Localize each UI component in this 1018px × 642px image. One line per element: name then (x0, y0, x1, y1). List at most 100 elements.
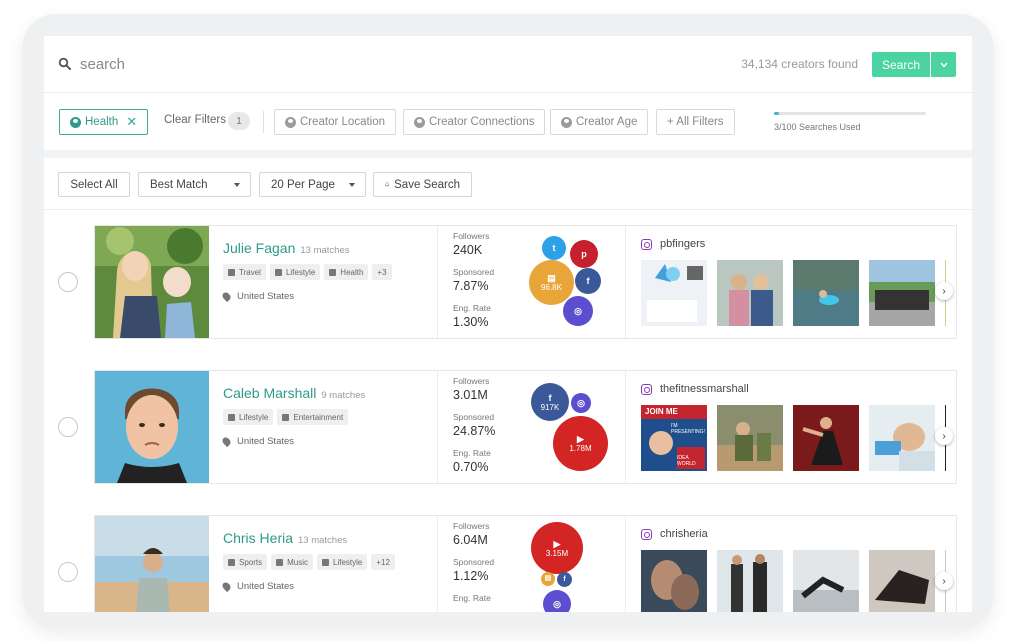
creator-connections-filter[interactable]: Creator Connections (403, 109, 546, 135)
user-icon (285, 116, 296, 128)
post-thumbnail[interactable] (717, 405, 783, 471)
lifestyle-icon (274, 268, 282, 276)
search-bar: 34,134 creators found Search (44, 36, 972, 93)
post-thumbnail[interactable]: JOIN ME I'M PRESENTING! IDEA WORLD (641, 405, 707, 471)
divider (263, 111, 264, 133)
lifestyle-icon (322, 558, 330, 566)
all-filters-button[interactable]: + All Filters (656, 109, 735, 135)
tag-lifestyle: Lifestyle (223, 409, 274, 425)
tag-more[interactable]: +12 (371, 554, 395, 570)
post-overlay-text: JOIN ME (645, 407, 678, 416)
instagram-bubble[interactable]: ◎ (571, 393, 591, 413)
user-icon (561, 116, 572, 128)
tag-label: Health (340, 267, 364, 277)
location-text: United States (237, 291, 295, 302)
creator-search-panel: 34,134 creators found Search Health ✕ Cl… (44, 36, 972, 612)
instagram-handle-text: thefitnessmarshall (660, 383, 749, 395)
post-thumbnail[interactable] (793, 260, 859, 326)
facebook-icon: f (563, 575, 566, 583)
post-thumbnail[interactable] (869, 550, 935, 612)
tag-more[interactable]: +3 (372, 264, 392, 280)
post-thumbnail[interactable] (869, 260, 935, 326)
creator-name-text: Julie Fagan (223, 240, 296, 256)
filter-count-badge: 1 (228, 112, 250, 130)
per-page-dropdown[interactable]: 20 Per Page (259, 172, 366, 197)
creator-name[interactable]: Caleb Marshall 9 matches (223, 385, 365, 401)
results-toolbar: Select All Best Match 20 Per Page Save S… (44, 158, 972, 210)
post-thumbnail[interactable] (717, 550, 783, 612)
category-tags: Travel Lifestyle Health +3 (223, 264, 392, 280)
match-count: 9 matches (321, 390, 366, 401)
followers-label: Followers (453, 231, 490, 241)
instagram-icon (641, 383, 652, 395)
youtube-bubble[interactable]: ▶ 1.78M (553, 416, 608, 471)
post-thumbnail[interactable] (641, 550, 707, 612)
blog-bubble[interactable]: ▤ 96.8K (529, 260, 574, 305)
creator-name[interactable]: Julie Fagan 13 matches (223, 240, 350, 256)
post-thumbnail[interactable] (717, 260, 783, 326)
tag-health: Health (324, 264, 369, 280)
instagram-bubble[interactable]: ◎ (563, 296, 593, 326)
post-thumbnail[interactable] (793, 550, 859, 612)
creator-photo[interactable] (95, 371, 209, 483)
creator-row: Julie Fagan 13 matches Travel Lifestyle H… (44, 225, 972, 339)
save-search-button[interactable]: Save Search (373, 172, 472, 197)
instagram-handle[interactable]: pbfingers (641, 238, 705, 250)
chevron-right-icon[interactable]: › (935, 572, 953, 590)
followers-value: 240K (453, 243, 483, 257)
filter-label: Creator Connections (429, 116, 535, 128)
sort-dropdown[interactable]: Best Match (138, 172, 251, 197)
search-options-dropdown[interactable] (931, 52, 956, 77)
clear-filters-link[interactable]: Clear Filters (164, 114, 226, 126)
facebook-bubble[interactable]: f (557, 572, 572, 587)
select-creator-radio[interactable] (58, 417, 78, 437)
twitter-bubble[interactable]: t (542, 236, 566, 260)
close-icon[interactable]: ✕ (126, 114, 137, 130)
filter-chip-health[interactable]: Health ✕ (59, 109, 149, 135)
eng-rate-label: Eng. Rate (453, 593, 491, 603)
post-overlay-text: IDEA WORLD (677, 455, 696, 467)
youtube-icon: ▶ (577, 434, 584, 444)
twitter-icon: t (552, 243, 556, 253)
post-thumbnail[interactable] (793, 405, 859, 471)
blog-bubble[interactable]: ▤ (541, 572, 555, 586)
select-creator-radio[interactable] (58, 272, 78, 292)
creator-age-filter[interactable]: Creator Age (550, 109, 649, 135)
divider (625, 516, 626, 612)
post-thumbnail[interactable] (869, 405, 935, 471)
creator-card: Julie Fagan 13 matches Travel Lifestyle H… (94, 225, 957, 339)
instagram-bubble[interactable]: ◎ (543, 590, 571, 612)
facebook-bubble[interactable]: f 917K (531, 383, 569, 421)
creator-location: United States (220, 580, 294, 593)
post-thumbnail[interactable] (641, 260, 707, 326)
chevron-right-icon[interactable]: › (935, 282, 953, 300)
location-pin-icon (220, 290, 233, 303)
search-button[interactable]: Search (872, 52, 930, 77)
select-all-button[interactable]: Select All (58, 172, 130, 197)
health-icon (329, 268, 337, 276)
creator-photo[interactable] (95, 226, 209, 338)
creator-photo[interactable] (95, 516, 209, 612)
instagram-handle[interactable]: thefitnessmarshall (641, 383, 749, 395)
youtube-bubble[interactable]: ▶ 3.15M (531, 522, 583, 574)
filter-label: Creator Location (300, 116, 386, 128)
instagram-icon: ◎ (553, 599, 561, 609)
instagram-handle-text: chrisheria (660, 528, 708, 540)
sponsored-label: Sponsored (453, 412, 495, 422)
caret-down-icon (349, 183, 355, 187)
chevron-right-icon[interactable]: › (935, 427, 953, 445)
user-icon (414, 116, 425, 128)
search-icon (58, 57, 71, 70)
instagram-icon (641, 238, 652, 250)
platform-bubbles: t p ▤ 96.8K f ◎ (515, 226, 625, 338)
facebook-bubble[interactable]: f (575, 268, 601, 294)
instagram-handle[interactable]: chrisheria (641, 528, 708, 540)
facebook-icon: f (548, 392, 552, 403)
pinterest-bubble[interactable]: p (570, 240, 598, 268)
search-input[interactable] (80, 53, 480, 75)
creator-card: Caleb Marshall 9 matches Lifestyle Entert… (94, 370, 957, 484)
tag-lifestyle: Lifestyle (317, 554, 368, 570)
creator-location-filter[interactable]: Creator Location (274, 109, 397, 135)
creator-name[interactable]: Chris Heria 13 matches (223, 530, 347, 546)
select-creator-radio[interactable] (58, 562, 78, 582)
